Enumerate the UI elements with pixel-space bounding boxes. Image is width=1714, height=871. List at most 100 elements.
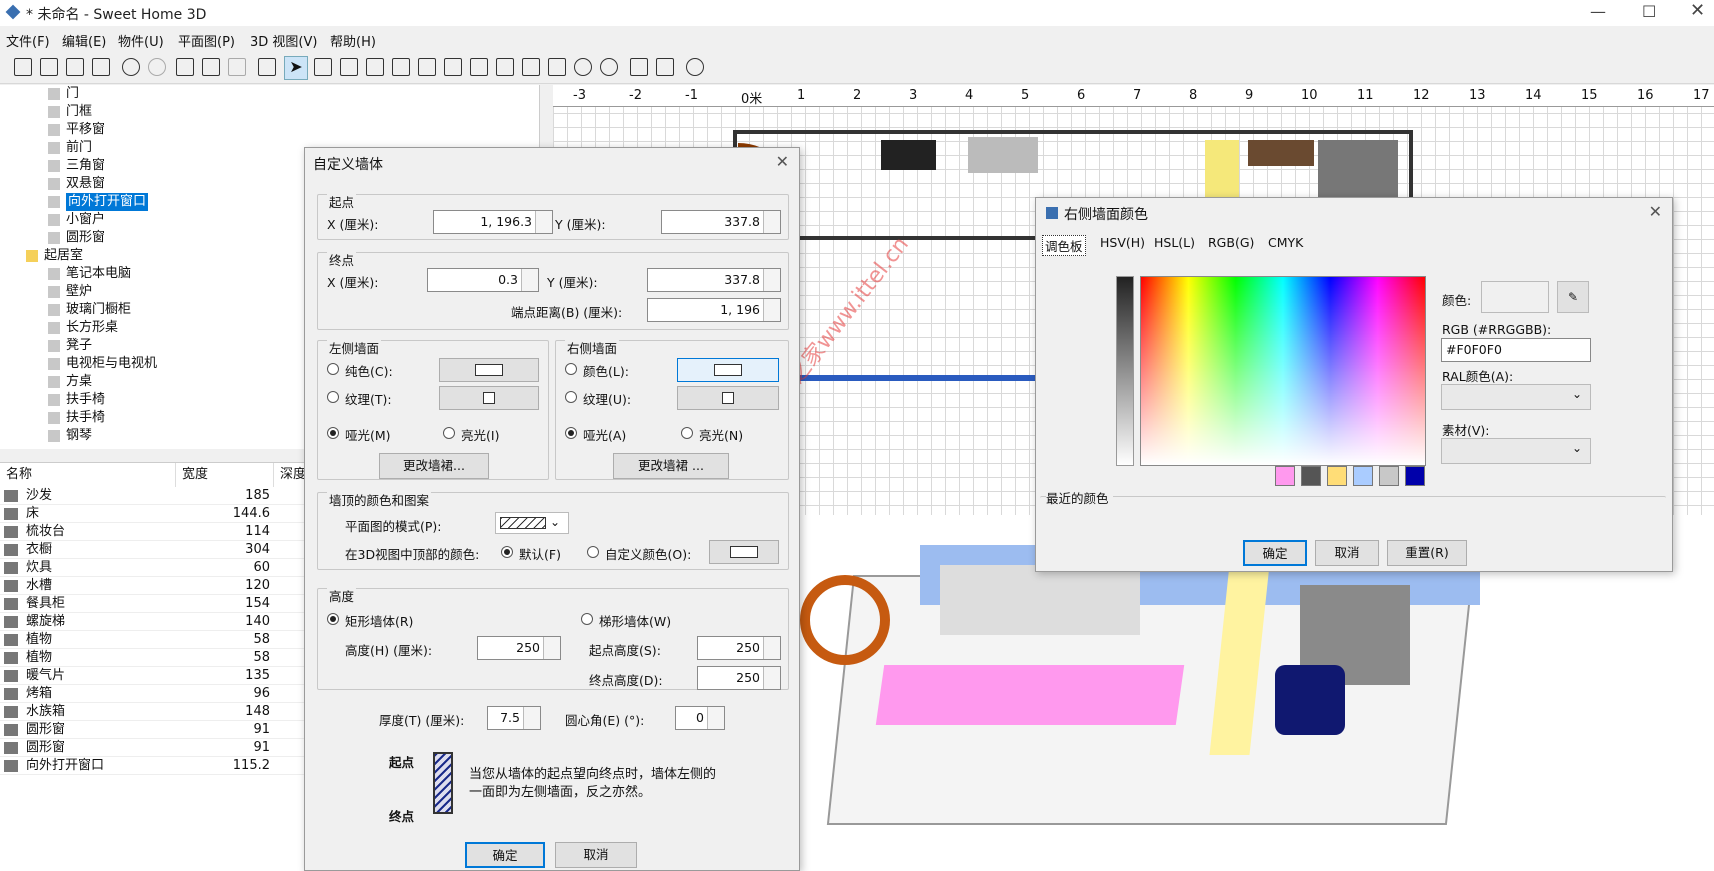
select-arrow-icon[interactable]: ➤ [284,56,308,80]
height-input[interactable]: 250 [477,636,561,660]
left-matt-radio[interactable] [327,427,339,439]
left-color-radio[interactable] [327,363,339,375]
menu-edit[interactable]: 编辑(E) [62,31,106,50]
table-row[interactable]: 植物 58 [0,631,305,649]
video-icon[interactable] [656,58,674,76]
left-texture-label[interactable]: 纹理(T): [345,389,392,408]
left-shiny-label[interactable]: 亮光(I) [461,425,499,444]
new-home-icon[interactable] [14,58,32,76]
table-row[interactable]: 梳妆台 114 [0,523,305,541]
italic-text-icon[interactable] [548,58,566,76]
left-shiny-radio[interactable] [443,427,455,439]
tree-item[interactable]: 方桌 [48,373,92,391]
trap-wall-radio[interactable] [581,613,593,625]
recent-color-swatch[interactable] [1379,466,1399,486]
tree-item[interactable]: 钢琴 [48,427,92,445]
table-row[interactable]: 烤箱 96 [0,685,305,703]
add-furniture-icon[interactable] [258,58,276,76]
tree-item[interactable]: 笔记本电脑 [48,265,131,283]
top-default-radio[interactable] [501,546,513,558]
right-texture-radio[interactable] [565,391,577,403]
zoom-out-icon[interactable] [600,58,618,76]
right-texture-button[interactable] [677,386,779,410]
tree-item[interactable]: 前门 [48,139,92,157]
add-text-icon[interactable] [444,58,462,76]
menu-file[interactable]: 文件(F) [6,31,50,50]
right-matt-radio[interactable] [565,427,577,439]
undo-icon[interactable] [122,58,140,76]
menu-3d-view[interactable]: 3D 视图(V) [250,31,317,50]
right-shiny-label[interactable]: 亮光(N) [699,425,743,444]
left-baseboard-button[interactable]: 更改墙裙... [379,453,489,479]
tree-item[interactable]: 小窗户 [48,211,105,229]
create-polylines-icon[interactable] [392,58,410,76]
create-walls-icon[interactable] [340,58,358,76]
redo-icon[interactable] [148,58,166,76]
tree-folder[interactable]: 起居室 [26,247,83,265]
left-color-label[interactable]: 纯色(C): [345,361,393,380]
table-row[interactable]: 水槽 120 [0,577,305,595]
pan-icon[interactable] [314,58,332,76]
tab-hsv[interactable]: HSV(H) [1100,235,1145,250]
tree-item[interactable]: 壁炉 [48,283,92,301]
tree-item[interactable]: 双悬窗 [48,175,105,193]
open-icon[interactable] [40,58,58,76]
pattern-combo[interactable] [495,512,569,534]
tree-item[interactable]: 扶手椅 [48,391,105,409]
tree-item[interactable]: 玻璃门橱柜 [48,301,131,319]
menu-plan[interactable]: 平面图(P) [178,31,235,50]
tree-item[interactable]: 电视柜与电视机 [48,355,157,373]
table-row[interactable]: 圆形窗 91 [0,721,305,739]
distance-input[interactable]: 1, 196 [647,298,781,322]
arc-input[interactable]: 0 [675,706,725,730]
rect-wall-label[interactable]: 矩形墙体(R) [345,611,413,630]
start-x-input[interactable]: 1, 196.3 [433,210,553,234]
table-row[interactable]: 餐具柜 154 [0,595,305,613]
brightness-slider[interactable] [1116,276,1134,466]
tree-item[interactable]: 向外打开窗口 [48,193,149,211]
right-color-button[interactable] [677,358,779,382]
tab-rgb[interactable]: RGB(G) [1208,235,1254,250]
right-texture-label[interactable]: 纹理(U): [583,389,631,408]
color-cancel-button[interactable]: 取消 [1315,540,1379,566]
tree-item[interactable]: 门框 [48,103,92,121]
tab-cmyk[interactable]: CMYK [1268,235,1303,250]
recent-color-swatch[interactable] [1353,466,1373,486]
table-row[interactable]: 衣橱 304 [0,541,305,559]
create-dimensions-icon[interactable] [418,58,436,76]
table-row[interactable]: 水族箱 148 [0,703,305,721]
right-color-label[interactable]: 颜色(L): [583,361,629,380]
close-icon[interactable]: ✕ [1649,202,1662,221]
table-row[interactable]: 炊具 60 [0,559,305,577]
column-name[interactable]: 名称 [0,463,176,487]
left-texture-radio[interactable] [327,391,339,403]
top-default-label[interactable]: 默认(F) [519,544,561,563]
create-rooms-icon[interactable] [366,58,384,76]
start-y-input[interactable]: 337.8 [661,210,781,234]
tree-item[interactable]: 平移窗 [48,121,105,139]
help-icon[interactable] [686,58,704,76]
increase-text-icon[interactable] [496,58,514,76]
material-combo[interactable] [1441,438,1591,464]
left-texture-button[interactable] [439,386,539,410]
table-row[interactable]: 沙发 185 [0,487,305,505]
right-color-radio[interactable] [565,363,577,375]
ral-combo[interactable] [1441,384,1591,410]
table-row[interactable]: 螺旋梯 140 [0,613,305,631]
end-y-input[interactable]: 337.8 [647,268,781,292]
left-color-button[interactable] [439,358,539,382]
save-icon[interactable] [66,58,84,76]
tree-item[interactable]: 长方形桌 [48,319,118,337]
text-style-icon[interactable] [470,58,488,76]
rgb-input[interactable]: #F0F0F0 [1441,338,1591,362]
recent-color-swatch[interactable] [1405,466,1425,486]
start-height-input[interactable]: 250 [697,636,781,660]
close-icon[interactable]: ✕ [1690,0,1705,21]
tree-item[interactable]: 门 [48,85,79,103]
end-x-input[interactable]: 0.3 [427,268,539,292]
menu-help[interactable]: 帮助(H) [330,31,376,50]
photo-icon[interactable] [630,58,648,76]
right-shiny-radio[interactable] [681,427,693,439]
tree-item[interactable]: 圆形窗 [48,229,105,247]
right-baseboard-button[interactable]: 更改墙裙 ... [613,453,729,479]
